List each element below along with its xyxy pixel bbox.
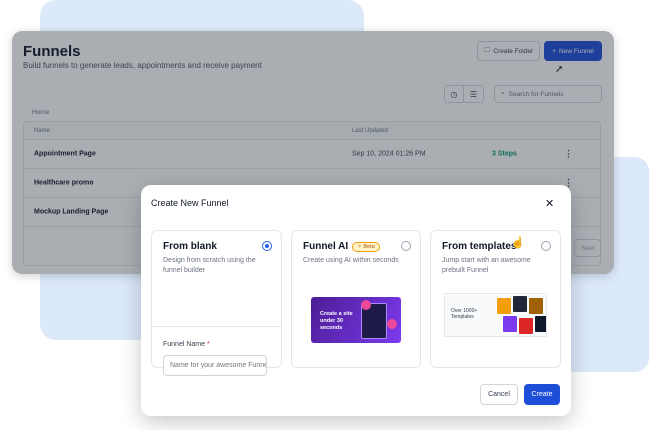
option-description: Create using AI within seconds [303, 257, 399, 264]
template-tile [529, 298, 543, 314]
option-from-blank[interactable]: From blank Design from scratch using the… [151, 230, 282, 376]
modal-title: Create New Funnel [151, 198, 229, 208]
close-icon[interactable]: ✕ [545, 197, 554, 210]
option-title-text: Funnel AI [303, 241, 349, 252]
option-title: From templates [442, 241, 517, 252]
funnel-name-label: Funnel Name * [163, 341, 210, 348]
card-divider [152, 326, 281, 327]
option-description: Design from scratch using the funnel bui… [163, 257, 256, 274]
templates-preview-text: Over 1000+ Templates [451, 308, 478, 320]
template-tile [519, 318, 533, 334]
template-tile [535, 316, 546, 332]
radio-from-templates[interactable] [541, 241, 551, 251]
ai-preview-badge [361, 300, 371, 310]
hand-pointer-icon: ☝ [511, 237, 525, 249]
cancel-button[interactable]: Cancel [480, 384, 518, 405]
create-funnel-modal: Create New Funnel ✕ From blank Design fr… [141, 185, 571, 416]
option-from-templates[interactable]: From templates Jump start with an awesom… [430, 230, 561, 368]
option-funnel-ai[interactable]: Funnel AI ✧ Beta Create using AI within … [291, 230, 421, 368]
option-description: Jump start with an awesome prebuilt Funn… [442, 257, 531, 274]
funnel-name-label-text: Funnel Name [163, 341, 206, 348]
template-tile [497, 298, 511, 314]
radio-from-blank[interactable] [262, 241, 272, 251]
radio-funnel-ai[interactable] [401, 241, 411, 251]
option-title: From blank [163, 241, 217, 252]
template-tile [513, 296, 527, 312]
template-tile [503, 316, 517, 332]
create-button[interactable]: Create [524, 384, 560, 405]
funnel-name-input[interactable] [163, 355, 267, 376]
sparkle-icon: ✧ [357, 243, 362, 250]
funnel-ai-preview-image: Create a site under 30 seconds [311, 297, 401, 343]
ai-preview-badge [387, 319, 397, 329]
templates-preview-image: Over 1000+ Templates [444, 293, 547, 337]
option-title: Funnel AI ✧ Beta [303, 241, 380, 252]
beta-badge: ✧ Beta [352, 241, 380, 252]
required-marker: * [206, 341, 210, 348]
beta-badge-label: Beta [363, 243, 375, 250]
ai-preview-text: Create a site under 30 seconds [320, 311, 353, 331]
